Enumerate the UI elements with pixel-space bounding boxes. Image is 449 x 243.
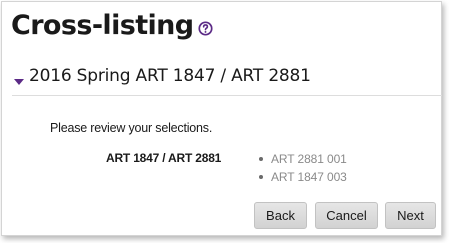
review-prompt: Please review your selections. xyxy=(50,121,213,135)
section-item-label: ART 1847 003 xyxy=(271,170,347,184)
page-title: Cross-listing xyxy=(11,10,194,41)
course-label: ART 1847 / ART 2881 xyxy=(106,151,222,165)
help-icon[interactable] xyxy=(197,20,213,36)
section-title: 2016 Spring ART 1847 / ART 2881 xyxy=(29,66,311,86)
section-header[interactable]: 2016 Spring ART 1847 / ART 2881 xyxy=(14,66,311,86)
cross-listing-panel: Cross-listing 2016 Spring ART 1847 / ART… xyxy=(1,1,442,236)
bullet xyxy=(259,157,263,161)
divider xyxy=(12,95,442,96)
selected-sections-list: ART 2881 001 ART 1847 003 xyxy=(259,150,347,186)
caret-down-icon[interactable] xyxy=(14,73,24,85)
section-item-label: ART 2881 001 xyxy=(271,152,347,166)
list-item: ART 1847 003 xyxy=(259,168,347,186)
back-button[interactable]: Back xyxy=(254,202,307,229)
next-button[interactable]: Next xyxy=(385,202,436,229)
title-row: Cross-listing xyxy=(11,9,213,43)
cancel-button[interactable]: Cancel xyxy=(315,202,378,229)
list-item: ART 2881 001 xyxy=(259,150,347,168)
bullet xyxy=(259,175,263,179)
